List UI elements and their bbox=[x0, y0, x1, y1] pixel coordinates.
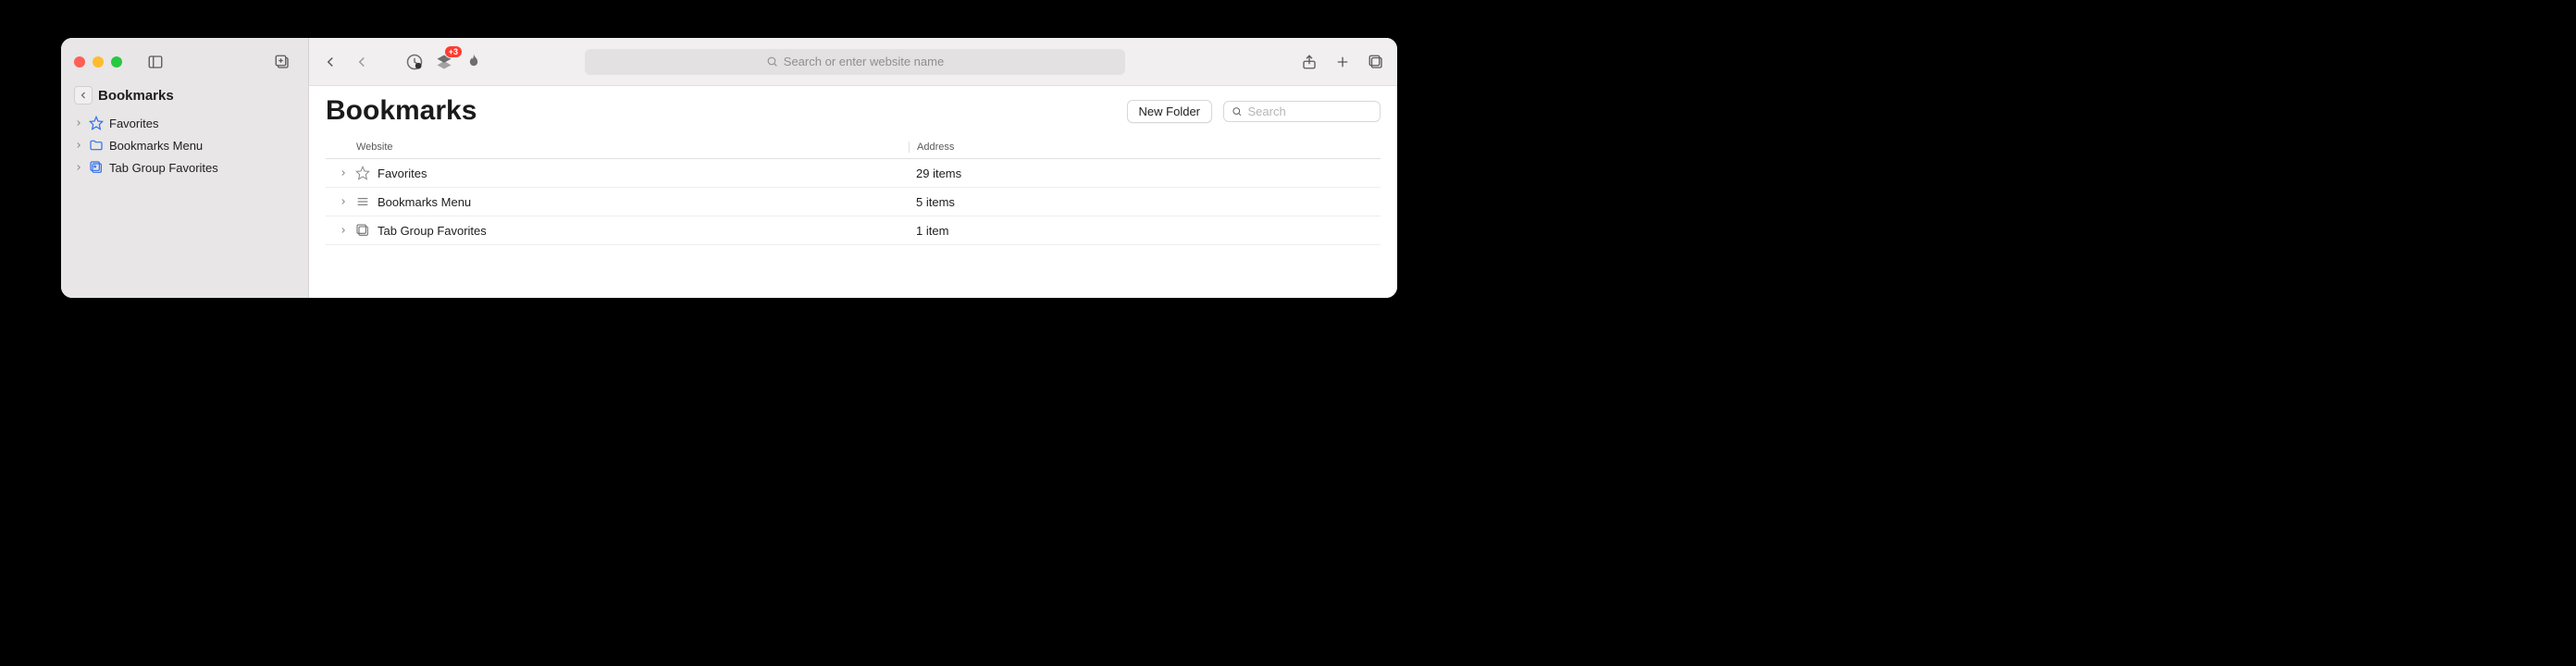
row-label: Bookmarks Menu bbox=[378, 195, 471, 209]
new-folder-button[interactable]: New Folder bbox=[1127, 100, 1212, 123]
share-button[interactable] bbox=[1301, 54, 1318, 70]
row-label: Favorites bbox=[378, 166, 427, 180]
right-toolbar bbox=[1301, 54, 1384, 70]
sidebar-icon bbox=[147, 54, 164, 70]
tab-group-icon bbox=[89, 160, 104, 175]
tab-overview-button[interactable] bbox=[1368, 54, 1384, 70]
table-header: Website Address bbox=[326, 136, 1381, 159]
sidebar-list: Favorites Bookmarks Menu Tab Group Favor… bbox=[61, 110, 308, 180]
plus-square-icon bbox=[274, 54, 291, 70]
chevron-right-icon[interactable] bbox=[339, 168, 348, 178]
search-input[interactable] bbox=[1248, 105, 1373, 118]
sidebar-titlebar bbox=[61, 38, 308, 86]
search-icon bbox=[1232, 105, 1243, 117]
table-row[interactable]: Tab Group Favorites 1 item bbox=[326, 216, 1381, 245]
folder-icon bbox=[89, 138, 104, 153]
row-website-cell: Tab Group Favorites bbox=[326, 223, 909, 238]
bookmarks-table: Website Address Favorites 29 items bbox=[326, 136, 1381, 245]
sidebar-item-bookmarks-menu[interactable]: Bookmarks Menu bbox=[67, 134, 303, 156]
address-bar[interactable]: Search or enter website name bbox=[585, 49, 1125, 75]
row-website-cell: Favorites bbox=[326, 166, 909, 180]
star-icon bbox=[355, 166, 370, 180]
forward-button[interactable] bbox=[353, 54, 370, 70]
back-button[interactable] bbox=[322, 54, 339, 70]
star-icon bbox=[89, 116, 104, 130]
extension-icon-1[interactable] bbox=[405, 53, 424, 71]
extension-badge: +3 bbox=[444, 45, 463, 58]
sidebar-header: Bookmarks bbox=[61, 86, 308, 110]
extension-icon-2[interactable]: +3 bbox=[435, 53, 453, 71]
close-window-button[interactable] bbox=[74, 56, 85, 68]
sidebar-back-button[interactable] bbox=[74, 86, 93, 105]
content: Bookmarks New Folder Website Address Fav bbox=[309, 86, 1397, 298]
window-controls bbox=[74, 56, 122, 68]
chevron-left-icon bbox=[78, 90, 89, 101]
search-box[interactable] bbox=[1223, 101, 1381, 122]
row-website-cell: Bookmarks Menu bbox=[326, 194, 909, 209]
content-header: Bookmarks New Folder bbox=[326, 95, 1381, 127]
sidebar-item-label: Tab Group Favorites bbox=[109, 161, 218, 175]
sidebar: Bookmarks Favorites Bookmarks Menu Tab G… bbox=[61, 38, 309, 298]
chevron-right-icon[interactable] bbox=[339, 197, 348, 206]
menu-icon bbox=[355, 194, 370, 209]
row-address-cell: 29 items bbox=[909, 166, 1381, 180]
extension-icon-3[interactable] bbox=[464, 53, 483, 71]
sidebar-item-label: Favorites bbox=[109, 117, 158, 130]
page-title: Bookmarks bbox=[326, 95, 1116, 127]
search-icon bbox=[766, 56, 778, 68]
shield-icon bbox=[405, 53, 424, 71]
address-placeholder: Search or enter website name bbox=[784, 55, 944, 68]
chevron-right-icon bbox=[74, 118, 83, 128]
sidebar-item-label: Bookmarks Menu bbox=[109, 139, 203, 153]
chevron-right-icon bbox=[74, 163, 83, 172]
sidebar-item-favorites[interactable]: Favorites bbox=[67, 112, 303, 134]
table-row[interactable]: Favorites 29 items bbox=[326, 159, 1381, 188]
fullscreen-window-button[interactable] bbox=[111, 56, 122, 68]
nav-arrows bbox=[322, 54, 370, 70]
column-header-website[interactable]: Website bbox=[326, 142, 909, 153]
toolbar: +3 Search or enter website name bbox=[309, 38, 1397, 86]
sidebar-item-tab-group-favorites[interactable]: Tab Group Favorites bbox=[67, 156, 303, 179]
table-row[interactable]: Bookmarks Menu 5 items bbox=[326, 188, 1381, 216]
row-label: Tab Group Favorites bbox=[378, 224, 487, 238]
flame-icon bbox=[464, 53, 483, 71]
toggle-sidebar-button[interactable] bbox=[142, 49, 168, 75]
main-area: +3 Search or enter website name Bookmark… bbox=[309, 38, 1397, 298]
column-header-address[interactable]: Address bbox=[909, 142, 1381, 153]
new-tab-button[interactable] bbox=[1334, 54, 1351, 70]
minimize-window-button[interactable] bbox=[93, 56, 104, 68]
extension-icons: +3 bbox=[405, 53, 483, 71]
chevron-right-icon[interactable] bbox=[339, 226, 348, 235]
chevron-right-icon bbox=[74, 141, 83, 150]
row-address-cell: 5 items bbox=[909, 195, 1381, 209]
tab-group-icon bbox=[355, 223, 370, 238]
new-tab-group-button[interactable] bbox=[269, 49, 295, 75]
app-window: Bookmarks Favorites Bookmarks Menu Tab G… bbox=[61, 38, 1397, 298]
sidebar-title: Bookmarks bbox=[98, 88, 174, 104]
row-address-cell: 1 item bbox=[909, 224, 1381, 238]
